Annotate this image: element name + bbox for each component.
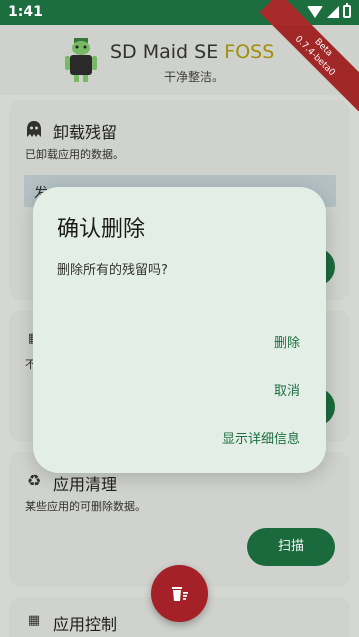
delete-button[interactable]: 删除 xyxy=(274,332,300,351)
cellular-icon xyxy=(327,5,339,18)
dialog-message: 删除所有的残留吗? xyxy=(57,263,168,278)
show-details-button[interactable]: 显示详细信息 xyxy=(222,428,300,447)
delete-list-icon xyxy=(171,586,188,601)
wifi-icon xyxy=(307,5,323,18)
confirm-delete-dialog: 确认删除 删除所有的残留吗? 删除 取消 显示详细信息 xyxy=(33,187,326,473)
status-icons xyxy=(307,3,351,18)
battery-icon xyxy=(343,3,351,18)
delete-fab[interactable] xyxy=(151,565,208,622)
status-time: 1:41 xyxy=(8,4,43,20)
dialog-title: 确认删除 xyxy=(57,217,146,242)
cancel-button[interactable]: 取消 xyxy=(274,380,300,399)
